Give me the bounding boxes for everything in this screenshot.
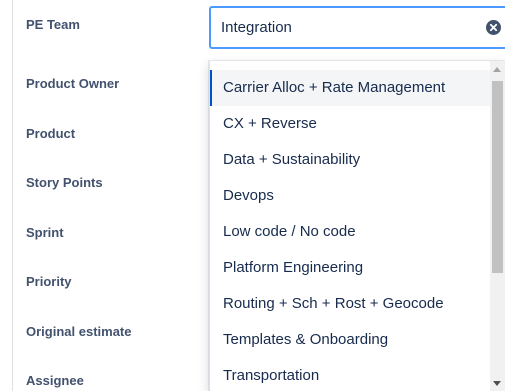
option-templates-onboarding[interactable]: Templates & Onboarding: [210, 322, 490, 358]
dropdown-scrollbar[interactable]: [490, 61, 505, 391]
option-data-sustainability[interactable]: Data + Sustainability: [210, 142, 490, 178]
option-carrier-alloc-rate-management[interactable]: Carrier Alloc + Rate Management: [210, 70, 490, 106]
label-original-estimate: Original estimate: [26, 324, 132, 339]
clear-icon[interactable]: [486, 20, 501, 35]
label-priority: Priority: [26, 274, 72, 289]
option-routing-sch-rost-geocode[interactable]: Routing + Sch + Rost + Geocode: [210, 286, 490, 322]
option-transportation[interactable]: Transportation: [210, 358, 490, 391]
pe-team-select-input[interactable]: Integration: [209, 6, 505, 49]
scrollbar-thumb[interactable]: [492, 81, 503, 273]
label-assignee: Assignee: [26, 373, 84, 388]
scroll-up-arrow-icon[interactable]: [493, 67, 501, 72]
option-cx-reverse[interactable]: CX + Reverse: [210, 106, 490, 142]
option-devops[interactable]: Devops: [210, 178, 490, 214]
label-product: Product: [26, 126, 76, 141]
label-story-points: Story Points: [26, 175, 103, 190]
pe-team-dropdown-menu: Carrier Alloc + Rate Management CX + Rev…: [209, 61, 505, 391]
pe-team-select-value: Integration: [221, 19, 292, 36]
option-low-code-no-code[interactable]: Low code / No code: [210, 214, 490, 250]
label-pe-team: PE Team: [26, 17, 80, 32]
option-platform-engineering[interactable]: Platform Engineering: [210, 250, 490, 286]
label-sprint: Sprint: [26, 225, 64, 240]
scroll-down-arrow-icon[interactable]: [493, 381, 501, 386]
panel-left-border: [12, 0, 13, 391]
label-product-owner: Product Owner: [26, 76, 120, 91]
